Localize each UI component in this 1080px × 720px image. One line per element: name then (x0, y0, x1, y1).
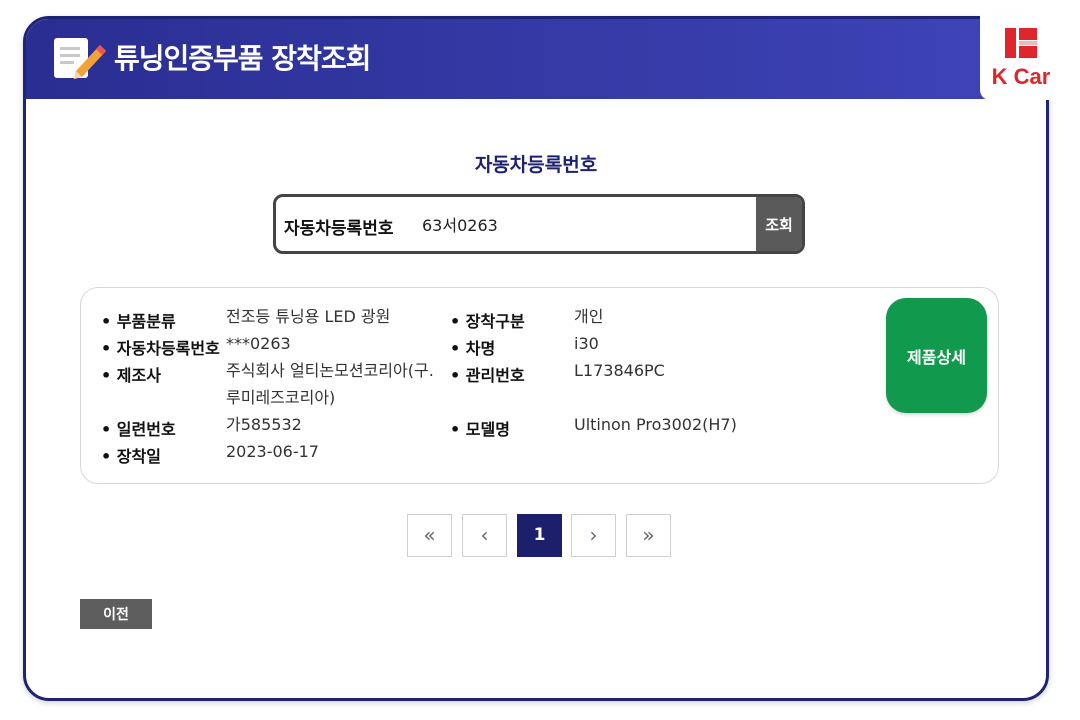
prev-page-button[interactable]: ‹ (462, 514, 507, 557)
label-management-number: 관리번호 (450, 362, 525, 386)
pencil-note-icon (54, 38, 106, 79)
label-install-date: 장착일 (101, 443, 161, 467)
value-model-name: Ultinon Pro3002(H7) (574, 415, 737, 434)
page-title: 튜닝인증부품 장착조회 (114, 42, 371, 75)
value-car-name: i30 (574, 334, 599, 353)
main-frame: 튜닝인증부품 장착조회 자동차등록번호 자동차등록번호 조회 부품분류 전조등 … (23, 16, 1049, 701)
search-button[interactable]: 조회 (756, 197, 802, 251)
product-detail-button[interactable]: 제품상세 (886, 298, 987, 413)
search-box: 자동차등록번호 조회 (273, 194, 805, 254)
label-part-category: 부품분류 (101, 308, 176, 332)
search-section-title: 자동차등록번호 (474, 154, 598, 176)
first-page-button[interactable]: « (407, 514, 452, 557)
value-install-date: 2023-06-17 (226, 442, 319, 461)
label-serial-number: 일련번호 (101, 416, 176, 440)
back-button[interactable]: 이전 (80, 599, 152, 629)
value-install-type: 개인 (574, 307, 604, 326)
value-management-number: L173846PC (574, 361, 665, 380)
value-registration-number: ***0263 (226, 334, 291, 353)
label-manufacturer: 제조사 (101, 362, 161, 386)
value-serial-number: 가585532 (226, 415, 302, 434)
search-field-label: 자동차등록번호 (284, 219, 394, 239)
result-card: 부품분류 전조등 튜닝용 LED 광원 자동차등록번호 ***0263 제조사 … (80, 287, 999, 484)
label-registration-number: 자동차등록번호 (101, 335, 220, 359)
kcar-logo: K Car (980, 14, 1062, 100)
label-install-type: 장착구분 (450, 308, 525, 332)
logo-text: K Car (991, 64, 1051, 89)
value-manufacturer-line2: 루미레즈코리아) (226, 388, 336, 407)
kcar-logo-mark-icon (1005, 28, 1037, 58)
label-car-name: 차명 (450, 335, 495, 359)
label-model-name: 모델명 (450, 416, 510, 440)
next-page-button[interactable]: › (571, 514, 616, 557)
value-manufacturer-line1: 주식회사 얼티논모션코리아(구. (226, 361, 434, 380)
value-part-category: 전조등 튜닝용 LED 광원 (226, 307, 391, 326)
registration-number-input[interactable] (422, 209, 742, 239)
last-page-button[interactable]: » (626, 514, 671, 557)
page-header: 튜닝인증부품 장착조회 (26, 19, 1046, 99)
page-1-button[interactable]: 1 (517, 514, 562, 557)
